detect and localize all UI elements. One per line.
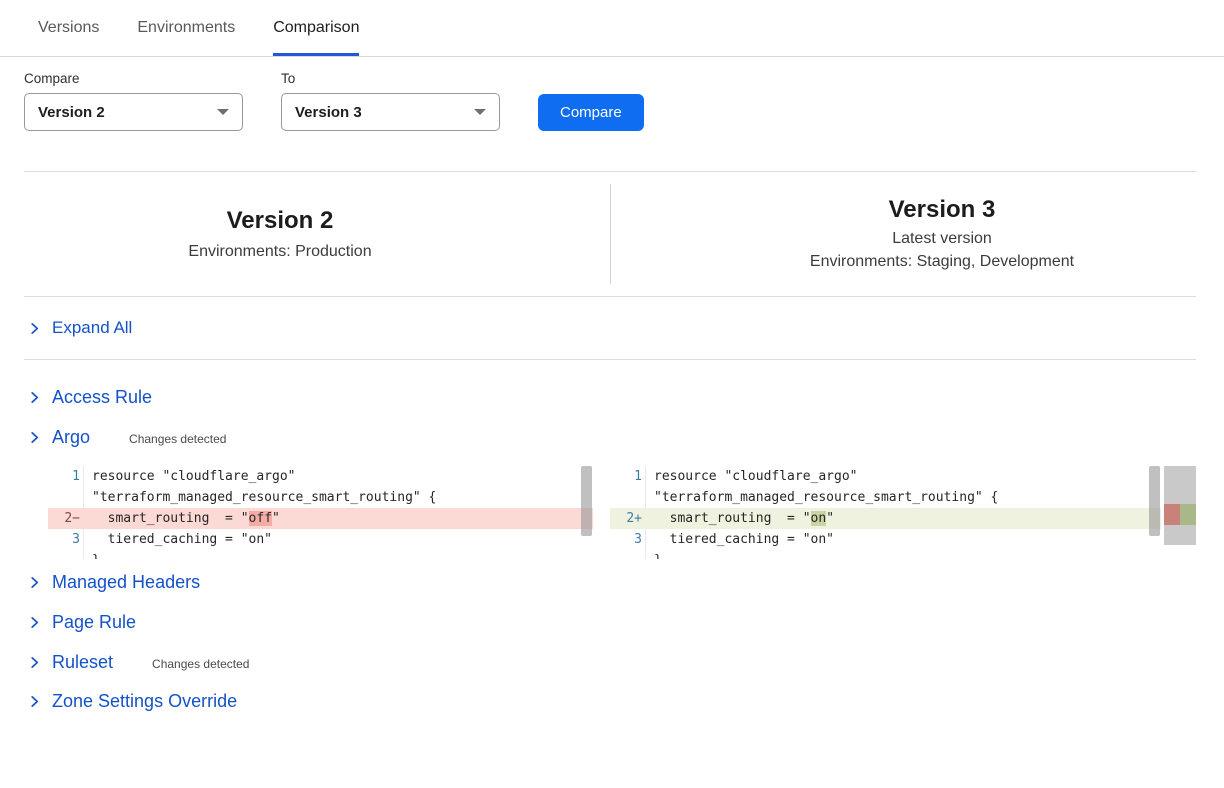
chevron-right-icon [28,695,41,708]
compare-field: Compare Version 2 [24,71,243,131]
scrollbar-thumb[interactable] [581,466,592,536]
chevron-right-icon [28,322,41,335]
section-argo[interactable]: Argo Changes detected [0,427,1224,448]
removed-word: off [249,511,272,526]
section-page-rule[interactable]: Page Rule [0,612,1224,633]
diff-line-removed: 2− smart_routing = "off" [48,508,593,529]
line-number [48,487,83,508]
diff-line: 1 resource "cloudflare_argo" [610,466,1161,487]
diff-line-clipped: } [610,550,1161,559]
to-field: To Version 3 [281,71,500,131]
to-version-value: Version 3 [295,104,362,121]
line-number [48,550,83,559]
code-text: "terraform_managed_resource_smart_routin… [83,487,593,508]
diff-line: 3 tiered_caching = "on" [48,529,593,550]
version-headers: Version 2 Environments: Production Versi… [0,172,1224,296]
expand-all-toggle[interactable]: Expand All [0,297,1224,359]
caret-down-icon [474,109,486,115]
version-divider-wrap [560,172,660,296]
section-label: Zone Settings Override [52,691,237,712]
compare-form: Compare Version 2 To Version 3 Compare [24,71,1224,131]
version-right-title: Version 3 [660,195,1224,225]
divider [24,359,1196,360]
section-label: Managed Headers [52,572,200,593]
diff-left-pane[interactable]: 1 resource "cloudflare_argo" "terraform_… [48,466,593,559]
to-version-select[interactable]: Version 3 [281,93,500,131]
left-pane-scrollbar[interactable] [580,466,593,559]
chevron-right-icon [28,431,41,444]
minimap-added-marker [1180,504,1196,525]
tab-comparison[interactable]: Comparison [273,0,359,56]
diff-line: 1 resource "cloudflare_argo" [48,466,593,487]
chevron-right-icon [28,656,41,669]
version-left-environments: Environments: Production [0,241,560,263]
line-number: 1 [610,466,645,487]
minimap-removed-marker [1164,504,1180,525]
diff-line-clipped: } [48,550,593,559]
vertical-divider [610,184,611,284]
compare-version-value: Version 2 [38,104,105,121]
compare-version-select[interactable]: Version 2 [24,93,243,131]
chevron-right-icon [28,576,41,589]
section-label: Ruleset [52,652,113,673]
version-left-header: Version 2 Environments: Production [0,172,560,296]
to-field-label: To [281,71,500,86]
version-right-header: Version 3 Latest version Environments: S… [660,172,1224,296]
line-number [610,550,645,559]
line-number [610,487,645,508]
diff-minimap[interactable] [1164,466,1196,545]
section-label: Access Rule [52,387,152,408]
line-number: 2− [48,508,83,529]
section-label: Argo [52,427,90,448]
scrollbar-thumb[interactable] [1149,466,1160,536]
compare-button[interactable]: Compare [538,94,644,131]
caret-down-icon [217,109,229,115]
compare-field-label: Compare [24,71,243,86]
expand-all-label: Expand All [52,318,132,338]
tab-versions[interactable]: Versions [38,0,99,56]
version-left-title: Version 2 [0,206,560,236]
code-text: resource "cloudflare_argo" [83,466,593,487]
code-text: } [645,550,1161,559]
right-pane-scrollbar[interactable] [1148,466,1161,559]
line-number: 3 [610,529,645,550]
code-text: smart_routing = "off" [83,508,593,529]
tab-bar: Versions Environments Comparison [0,0,1224,57]
code-text: tiered_caching = "on" [83,529,593,550]
code-text: resource "cloudflare_argo" [645,466,1161,487]
section-managed-headers[interactable]: Managed Headers [0,572,1224,593]
diff-line-added: 2+ smart_routing = "on" [610,508,1161,529]
diff-line-wrap: "terraform_managed_resource_smart_routin… [610,487,1161,508]
chevron-right-icon [28,616,41,629]
diff-line: 3 tiered_caching = "on" [610,529,1161,550]
section-access-rule[interactable]: Access Rule [0,387,1224,408]
changes-badge: Changes detected [129,432,226,446]
line-number: 3 [48,529,83,550]
argo-diff-viewer: 1 resource "cloudflare_argo" "terraform_… [48,466,1196,559]
tab-environments[interactable]: Environments [137,0,235,56]
section-zone-settings-override[interactable]: Zone Settings Override [0,691,1224,712]
changes-badge: Changes detected [152,657,249,671]
code-text: tiered_caching = "on" [645,529,1161,550]
line-number: 1 [48,466,83,487]
section-ruleset[interactable]: Ruleset Changes detected [0,652,1224,673]
diff-line-wrap: "terraform_managed_resource_smart_routin… [48,487,593,508]
added-word: on [811,511,827,526]
code-text: smart_routing = "on" [645,508,1161,529]
line-number: 2+ [610,508,645,529]
section-label: Page Rule [52,612,136,633]
code-text: } [83,550,593,559]
chevron-right-icon [28,391,41,404]
diff-right-pane[interactable]: 1 resource "cloudflare_argo" "terraform_… [610,466,1161,559]
version-right-subtitle: Latest version [660,228,1224,250]
version-right-environments: Environments: Staging, Development [660,251,1224,273]
code-text: "terraform_managed_resource_smart_routin… [645,487,1161,508]
